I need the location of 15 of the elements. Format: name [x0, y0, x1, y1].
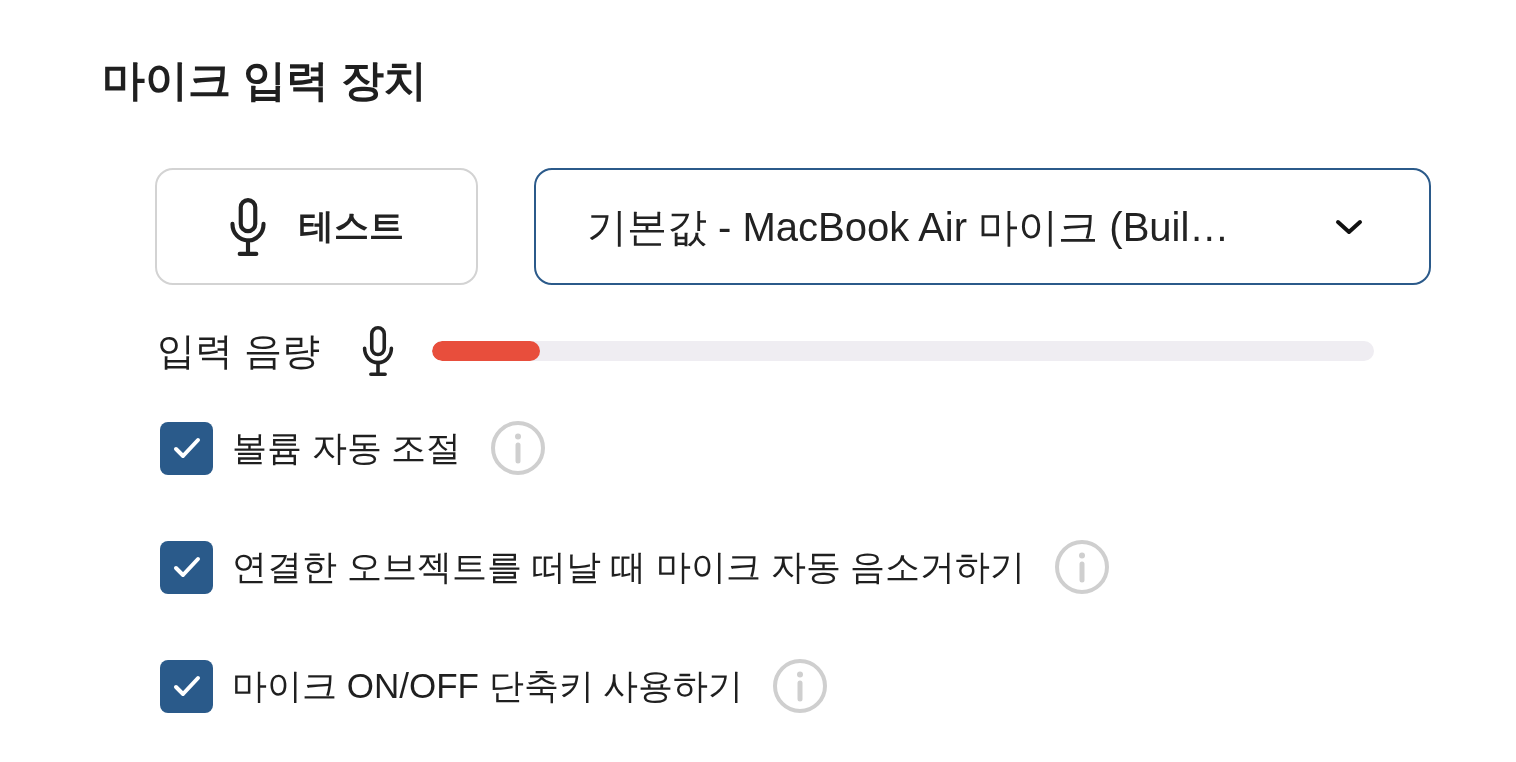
checkmark-icon: [172, 437, 201, 459]
option-label: 마이크 ON/OFF 단축키 사용하기: [232, 665, 744, 707]
checkbox[interactable]: [160, 540, 213, 594]
checkbox[interactable]: [160, 659, 213, 713]
chevron-down-icon: [1335, 218, 1363, 235]
option-label: 연결한 오브젝트를 떠날 때 마이크 자동 음소거하기: [232, 546, 1026, 588]
input-volume-label: 입력 음량: [157, 329, 320, 374]
option-label: 볼륨 자동 조절: [232, 427, 462, 469]
section-title: 마이크 입력 장치: [102, 55, 427, 106]
checkmark-icon: [172, 556, 201, 578]
checkmark-icon: [172, 675, 201, 697]
microphone-icon: [229, 197, 267, 256]
checkbox[interactable]: [160, 421, 213, 475]
device-dropdown[interactable]: 기본값 - MacBook Air 마이크 (Buil…: [534, 168, 1431, 285]
test-button[interactable]: 테스트: [155, 168, 478, 285]
